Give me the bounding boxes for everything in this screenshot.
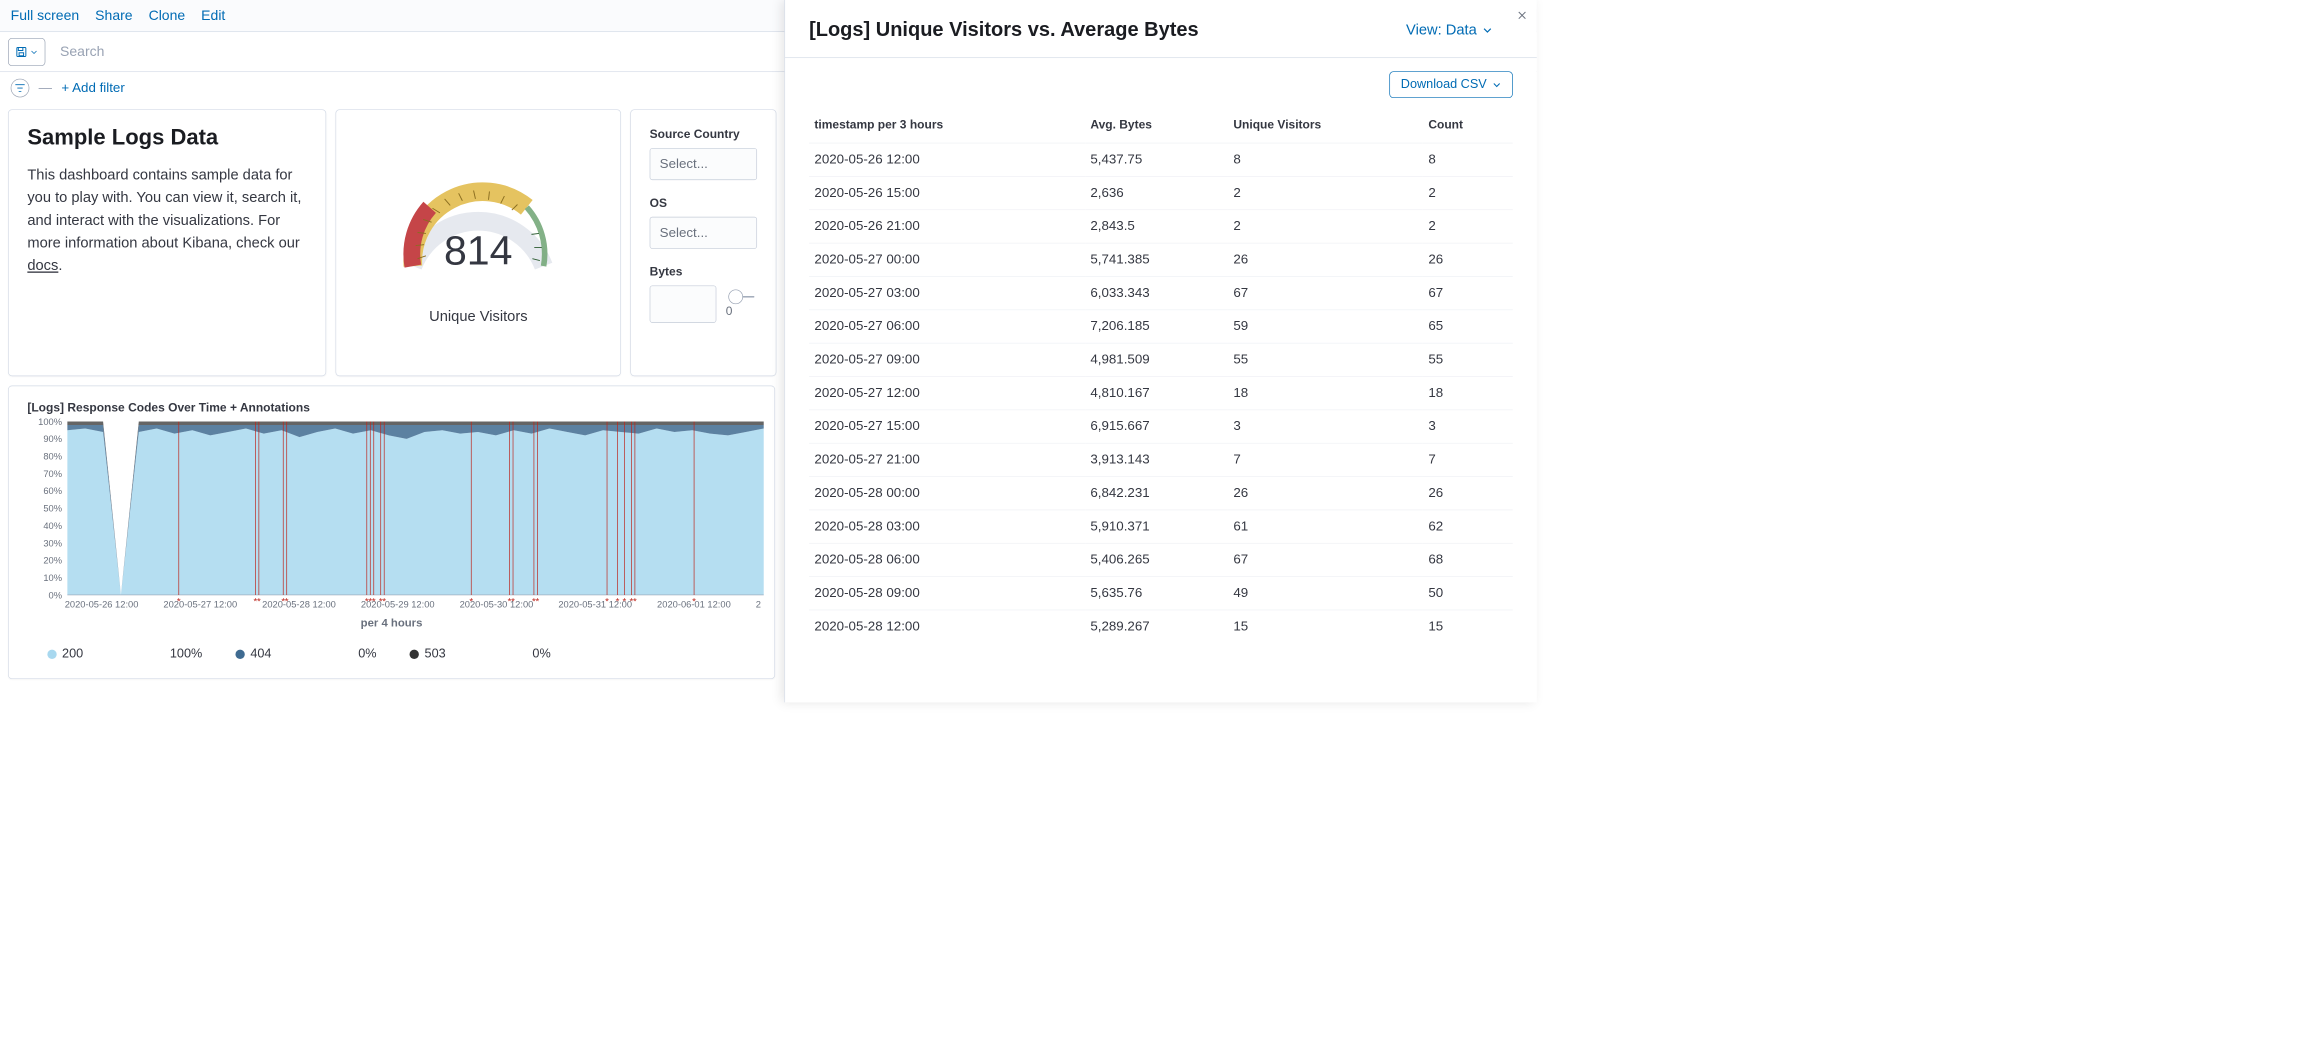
intro-body: This dashboard contains sample data for …: [27, 163, 307, 277]
edit-link[interactable]: Edit: [201, 8, 225, 24]
table-row[interactable]: 2020-05-28 09:005,635.764950: [809, 577, 1513, 610]
slider-min-label: 0: [726, 304, 757, 318]
os-label: OS: [650, 196, 757, 210]
y-tick: 90%: [30, 434, 62, 445]
filter-separator: —: [39, 80, 52, 95]
y-tick: 60%: [30, 486, 62, 497]
save-disk-icon: [15, 46, 27, 58]
table-row[interactable]: 2020-05-28 00:006,842.2312626: [809, 477, 1513, 510]
table-row[interactable]: 2020-05-26 21:002,843.522: [809, 210, 1513, 243]
controls-panel: Source Country Select... OS Select... By…: [630, 109, 776, 376]
close-flyout-button[interactable]: [1517, 9, 1528, 24]
svg-text:*: *: [257, 596, 261, 607]
x-tick: 2020-05-26 12:00: [65, 599, 139, 610]
x-tick: 2020-05-28 12:00: [262, 599, 336, 610]
table-row[interactable]: 2020-05-27 12:004,810.1671818: [809, 377, 1513, 410]
view-toggle[interactable]: View: Data: [1406, 21, 1493, 38]
flyout-title: [Logs] Unique Visitors vs. Average Bytes: [809, 19, 1199, 42]
filter-icon: [15, 83, 26, 94]
y-tick: 70%: [30, 468, 62, 479]
table-row[interactable]: 2020-05-27 03:006,033.3436767: [809, 276, 1513, 309]
col-header[interactable]: timestamp per 3 hours: [809, 111, 1085, 143]
table-row[interactable]: 2020-05-28 06:005,406.2656768: [809, 543, 1513, 576]
intro-title: Sample Logs Data: [27, 125, 307, 150]
filter-menu-button[interactable]: [11, 79, 30, 98]
table-row[interactable]: 2020-05-28 03:005,910.3716162: [809, 510, 1513, 543]
svg-text:*: *: [623, 596, 627, 607]
y-tick: 80%: [30, 451, 62, 462]
data-table: timestamp per 3 hoursAvg. BytesUnique Vi…: [809, 111, 1513, 643]
col-header[interactable]: Unique Visitors: [1228, 111, 1423, 143]
dashboard-grid: Sample Logs Data This dashboard contains…: [0, 104, 784, 684]
svg-text:*: *: [382, 596, 386, 607]
chart-xlabel: per 4 hours: [27, 616, 755, 629]
table-row[interactable]: 2020-05-28 12:005,289.2671515: [809, 610, 1513, 643]
svg-text:*: *: [605, 596, 609, 607]
svg-text:*: *: [536, 596, 540, 607]
table-row[interactable]: 2020-05-26 15:002,63622: [809, 176, 1513, 209]
y-tick: 100%: [30, 416, 62, 427]
chevron-down-icon: [1482, 25, 1493, 36]
data-flyout: [Logs] Unique Visitors vs. Average Bytes…: [784, 0, 1536, 702]
svg-text:*: *: [469, 596, 473, 607]
y-tick: 40%: [30, 520, 62, 531]
share-link[interactable]: Share: [95, 8, 132, 24]
saved-query-button[interactable]: [8, 38, 45, 66]
add-filter-button[interactable]: + Add filter: [61, 80, 124, 95]
svg-text:*: *: [633, 596, 637, 607]
source-country-label: Source Country: [650, 127, 757, 141]
svg-text:814: 814: [444, 227, 513, 273]
table-row[interactable]: 2020-05-27 00:005,741.3852626: [809, 243, 1513, 276]
chevron-down-icon: [1492, 80, 1501, 89]
svg-text:*: *: [511, 596, 515, 607]
table-row[interactable]: 2020-05-27 06:007,206.1855965: [809, 310, 1513, 343]
full-screen-link[interactable]: Full screen: [11, 8, 80, 24]
col-header[interactable]: Avg. Bytes: [1085, 111, 1228, 143]
y-tick: 20%: [30, 555, 62, 566]
svg-text:*: *: [285, 596, 289, 607]
svg-text:*: *: [372, 596, 376, 607]
bytes-label: Bytes: [650, 265, 757, 279]
table-row[interactable]: 2020-05-27 21:003,913.14377: [809, 443, 1513, 476]
gauge-label: Unique Visitors: [429, 307, 527, 324]
clone-link[interactable]: Clone: [149, 8, 186, 24]
table-row[interactable]: 2020-05-27 09:004,981.5095555: [809, 343, 1513, 376]
legend-200[interactable]: 200100%: [47, 647, 202, 662]
x-tick: 2020-05-31 12:00: [558, 599, 632, 610]
os-select[interactable]: Select...: [650, 217, 757, 249]
svg-text:*: *: [616, 596, 620, 607]
chart-legend: 200100% 4040% 5030%: [47, 647, 755, 662]
y-tick: 10%: [30, 572, 62, 583]
gauge-chart: 814: [385, 161, 572, 288]
y-tick: 0%: [30, 590, 62, 601]
x-tick: 2: [756, 599, 761, 610]
area-chart: 0%10%20%30%40%50%60%70%80%90%100% ******…: [30, 422, 764, 595]
chevron-down-icon: [30, 48, 38, 56]
source-country-select[interactable]: Select...: [650, 148, 757, 180]
gauge-panel: 814 Unique Visitors: [336, 109, 621, 376]
x-tick: 2020-05-27 12:00: [163, 599, 237, 610]
intro-panel: Sample Logs Data This dashboard contains…: [8, 109, 326, 376]
col-header[interactable]: Count: [1423, 111, 1513, 143]
table-row[interactable]: 2020-05-27 15:006,915.66733: [809, 410, 1513, 443]
y-tick: 30%: [30, 538, 62, 549]
bytes-slider[interactable]: [728, 296, 754, 297]
bytes-min-input[interactable]: [650, 285, 717, 322]
chart-title: [Logs] Response Codes Over Time + Annota…: [27, 401, 755, 415]
response-codes-panel: [Logs] Response Codes Over Time + Annota…: [8, 386, 775, 679]
legend-503[interactable]: 5030%: [410, 647, 551, 662]
table-row[interactable]: 2020-05-26 12:005,437.7588: [809, 143, 1513, 176]
close-icon: [1517, 10, 1528, 21]
legend-404[interactable]: 4040%: [236, 647, 377, 662]
svg-text:*: *: [177, 596, 181, 607]
docs-link[interactable]: docs: [27, 257, 58, 274]
slider-thumb[interactable]: [728, 289, 743, 304]
svg-text:*: *: [692, 596, 696, 607]
download-csv-button[interactable]: Download CSV: [1389, 71, 1512, 98]
y-tick: 50%: [30, 503, 62, 514]
